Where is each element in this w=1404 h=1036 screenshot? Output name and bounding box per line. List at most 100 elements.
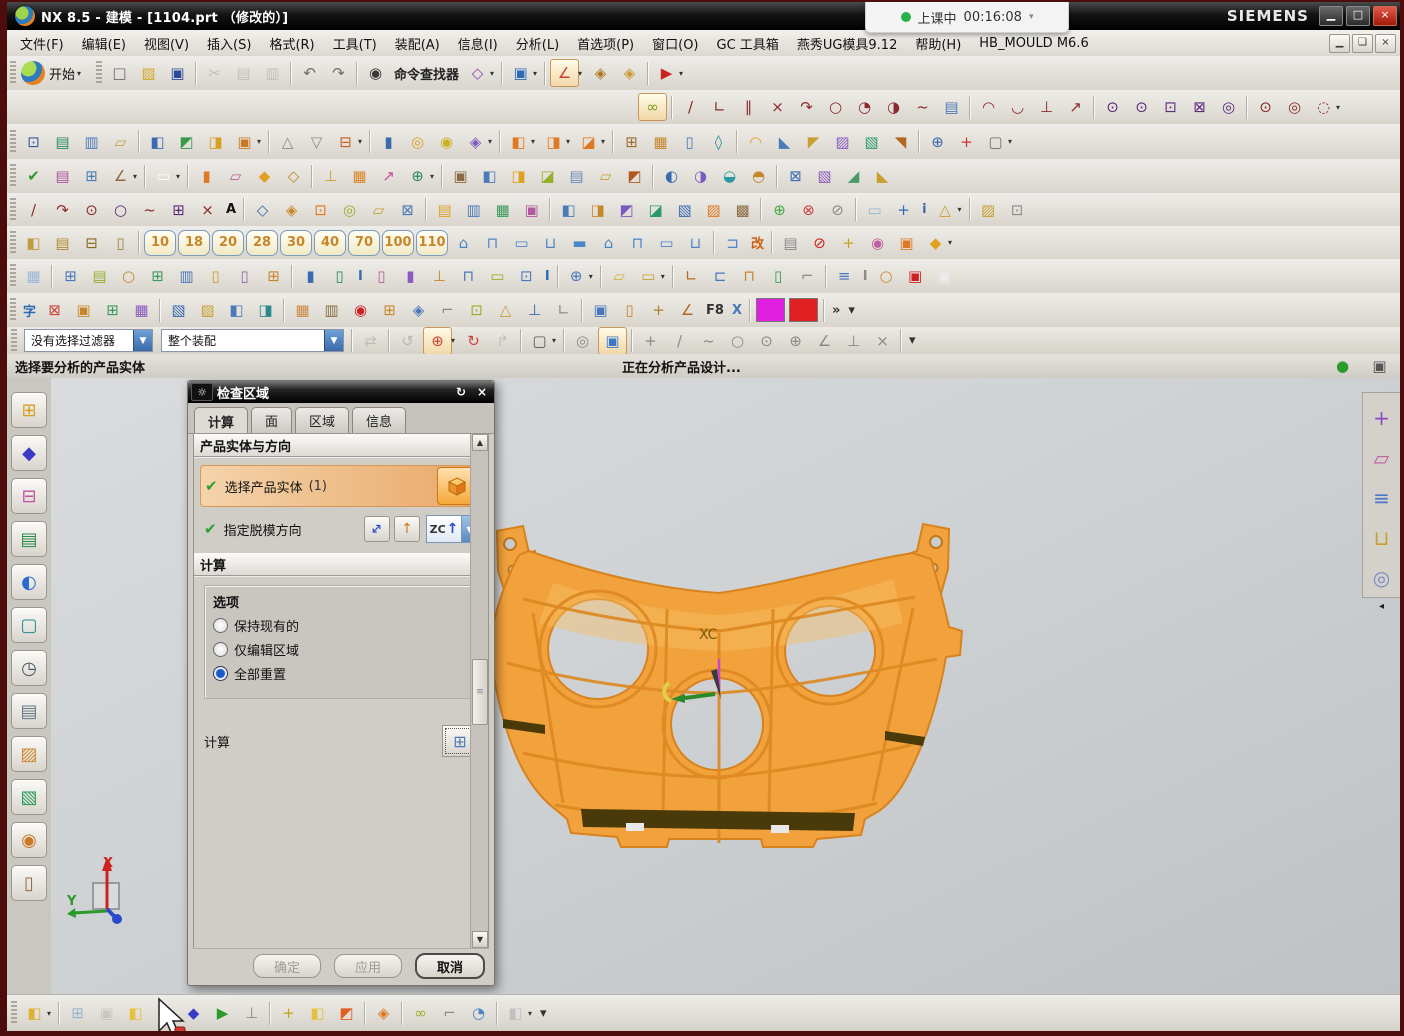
orient-view-csys-icon[interactable]: ∠ xyxy=(550,59,579,87)
grid-check-icon[interactable]: ⊞ xyxy=(99,297,126,323)
subtract-icon[interactable]: ◨ xyxy=(540,129,567,155)
dialog-title-bar[interactable]: ☼ 检查区域 ↻ × xyxy=(188,381,494,403)
rect-2pt-icon[interactable]: ⊡ xyxy=(1157,94,1184,120)
copy-icon[interactable]: ▤ xyxy=(230,60,257,86)
drawing-sheet-icon[interactable]: ▱ xyxy=(1365,441,1399,475)
moldbase-2-icon[interactable]: ⊓ xyxy=(479,230,506,256)
toolbar-handle[interactable] xyxy=(10,198,16,222)
menu-item-14[interactable]: HB_MOULD M6.6 xyxy=(970,33,1097,54)
apply-button[interactable]: 应用 xyxy=(334,954,402,978)
mirror-assembly-b-icon[interactable]: ◆ xyxy=(180,1000,207,1026)
o-ring-icon[interactable]: ○ xyxy=(873,263,900,289)
dialog-rail-icon[interactable]: ▯ xyxy=(11,865,47,901)
datum-csys-icon[interactable]: ⊕ xyxy=(924,129,951,155)
moldbase-9-icon[interactable]: ⊔ xyxy=(682,230,709,256)
mdi-close-button[interactable]: × xyxy=(1375,34,1396,53)
point-feature-icon[interactable]: + xyxy=(953,129,980,155)
moldbase-7-icon[interactable]: ⊓ xyxy=(624,230,651,256)
hatch-analysis-icon[interactable]: ▨ xyxy=(975,197,1002,223)
assembly-constraints-icon[interactable]: ◧ xyxy=(144,129,171,155)
tab-face[interactable]: 面 xyxy=(251,407,292,433)
find-component-icon[interactable]: ◧ xyxy=(21,1000,48,1026)
measure-area-icon[interactable]: ⊡ xyxy=(1004,197,1031,223)
intersect-icon[interactable]: ◪ xyxy=(575,129,602,155)
section-curve-icon[interactable]: ◎ xyxy=(336,197,363,223)
menu-item-12[interactable]: 燕秀UG模具9.12 xyxy=(788,31,907,56)
product-interface-icon[interactable]: ◈ xyxy=(370,1000,397,1026)
start-button[interactable]: 开始 ▾ xyxy=(19,60,91,86)
web-browser-icon[interactable]: ◐ xyxy=(11,564,47,600)
window-tool-1-icon[interactable]: ⊞ xyxy=(57,263,84,289)
cut-icon[interactable]: ✂ xyxy=(201,60,228,86)
chevron-down-icon[interactable]: ▾ xyxy=(578,69,586,78)
fill-surface-icon[interactable]: ▩ xyxy=(729,197,756,223)
lifter-1[interactable]: I xyxy=(354,263,367,289)
chevron-down-icon[interactable]: ▾ xyxy=(488,137,496,146)
through-curves-icon[interactable]: ◐ xyxy=(658,163,685,189)
open-file-icon[interactable]: ▨ xyxy=(135,60,162,86)
suppress-icon[interactable]: ⊘ xyxy=(806,230,833,256)
wave-pipe-icon[interactable]: ⌐ xyxy=(436,1000,463,1026)
n-sided-surface-icon[interactable]: ◣ xyxy=(869,163,896,189)
move-component-b-icon[interactable]: ▶ xyxy=(209,1000,236,1026)
chevron-down-icon[interactable]: ▾ xyxy=(451,336,459,345)
sketch-plane-icon[interactable]: ▤ xyxy=(938,94,965,120)
bar-tool-icon[interactable]: ▯ xyxy=(765,263,792,289)
section-product-solid[interactable]: 产品实体与方向 ∧ xyxy=(194,434,488,458)
wireframe-check-icon[interactable]: ⊠ xyxy=(41,297,68,323)
dialog-scrollbar[interactable]: ▲ ≡ ▼ xyxy=(470,434,488,948)
moldbase-10-icon[interactable]: ⊐ xyxy=(719,230,746,256)
snap-circle-icon[interactable]: ○ xyxy=(724,328,751,354)
four-point-surface-icon[interactable]: ◧ xyxy=(555,197,582,223)
wrap-curve-icon[interactable]: ▣ xyxy=(518,197,545,223)
ejector-icon[interactable]: ⊥ xyxy=(426,263,453,289)
menu-item-1[interactable]: 编辑(E) xyxy=(73,31,135,56)
analysis-2-icon[interactable]: ▨ xyxy=(194,297,221,323)
menu-item-5[interactable]: 工具(T) xyxy=(324,31,386,56)
ring-tool-icon[interactable]: ○ xyxy=(115,263,142,289)
surface-array-icon[interactable]: ▧ xyxy=(671,197,698,223)
add-component-icon[interactable]: ◧ xyxy=(122,1000,149,1026)
chevron-down-icon[interactable]: ▾ xyxy=(679,69,687,78)
rectangle-lasso-icon[interactable]: ▢ xyxy=(526,328,553,354)
chevron-down-icon[interactable]: ▾ xyxy=(1336,103,1344,112)
mdi-minimize-button[interactable]: ▁ xyxy=(1329,34,1350,53)
finish-analysis-icon[interactable]: ✔ xyxy=(20,163,47,189)
visualization-icon[interactable]: ▨ xyxy=(11,736,47,772)
mold-tool-4-icon[interactable]: ▯ xyxy=(107,230,134,256)
chevron-down-icon[interactable]: ▾ xyxy=(958,205,966,214)
text-stamp[interactable]: 字 xyxy=(19,297,40,323)
magenta-color[interactable] xyxy=(756,298,785,322)
select-next-icon[interactable]: ↱ xyxy=(489,328,516,354)
patch-icon[interactable]: ◪ xyxy=(534,163,561,189)
analysis-4-icon[interactable]: ◨ xyxy=(252,297,279,323)
bounding-box-icon[interactable]: ▭ xyxy=(861,197,888,223)
studio-surface-icon[interactable]: ◢ xyxy=(840,163,867,189)
arc-icon[interactable]: ↷ xyxy=(793,94,820,120)
point-dialog-button[interactable]: ↑ xyxy=(394,516,420,542)
cancel-button[interactable]: 取消 xyxy=(415,953,485,979)
show-hide-icon[interactable]: ⊟ xyxy=(332,129,359,155)
assembly-constraints-b-icon[interactable]: ⊥ xyxy=(238,1000,265,1026)
size-110-icon[interactable]: 110 xyxy=(416,230,448,256)
move-component-icon[interactable]: ◩ xyxy=(173,129,200,155)
chevron-down-icon[interactable]: ▾ xyxy=(589,272,597,281)
component-preview-icon[interactable]: ▣ xyxy=(93,1000,120,1026)
highlight-toggle-icon[interactable]: ◎ xyxy=(569,328,596,354)
chevron-down-icon[interactable]: ▾ xyxy=(552,336,560,345)
context-control-icon[interactable]: ◧ xyxy=(502,1000,529,1026)
column-2-icon[interactable]: ▯ xyxy=(231,263,258,289)
spline-curve-icon[interactable]: ~ xyxy=(136,197,163,223)
shell-icon[interactable]: ▦ xyxy=(647,129,674,155)
arc-3pt-icon[interactable]: ◔ xyxy=(851,94,878,120)
insert-u-icon[interactable]: ⊓ xyxy=(455,263,482,289)
information-window-icon[interactable]: ▣ xyxy=(507,60,534,86)
menu-item-4[interactable]: 格式(R) xyxy=(260,31,323,56)
delete-face-icon[interactable]: ◥ xyxy=(887,129,914,155)
pattern-component-icon[interactable]: ◨ xyxy=(202,129,229,155)
select-product-solid-row[interactable]: ✔ 选择产品实体 (1) xyxy=(200,465,482,507)
radio-selected-icon[interactable] xyxy=(213,666,228,681)
point-on-curve-icon[interactable]: ⊙ xyxy=(1252,94,1279,120)
edge-blend-icon[interactable]: ◠ xyxy=(742,129,769,155)
deviation-gauge-icon[interactable]: △ xyxy=(932,197,959,223)
